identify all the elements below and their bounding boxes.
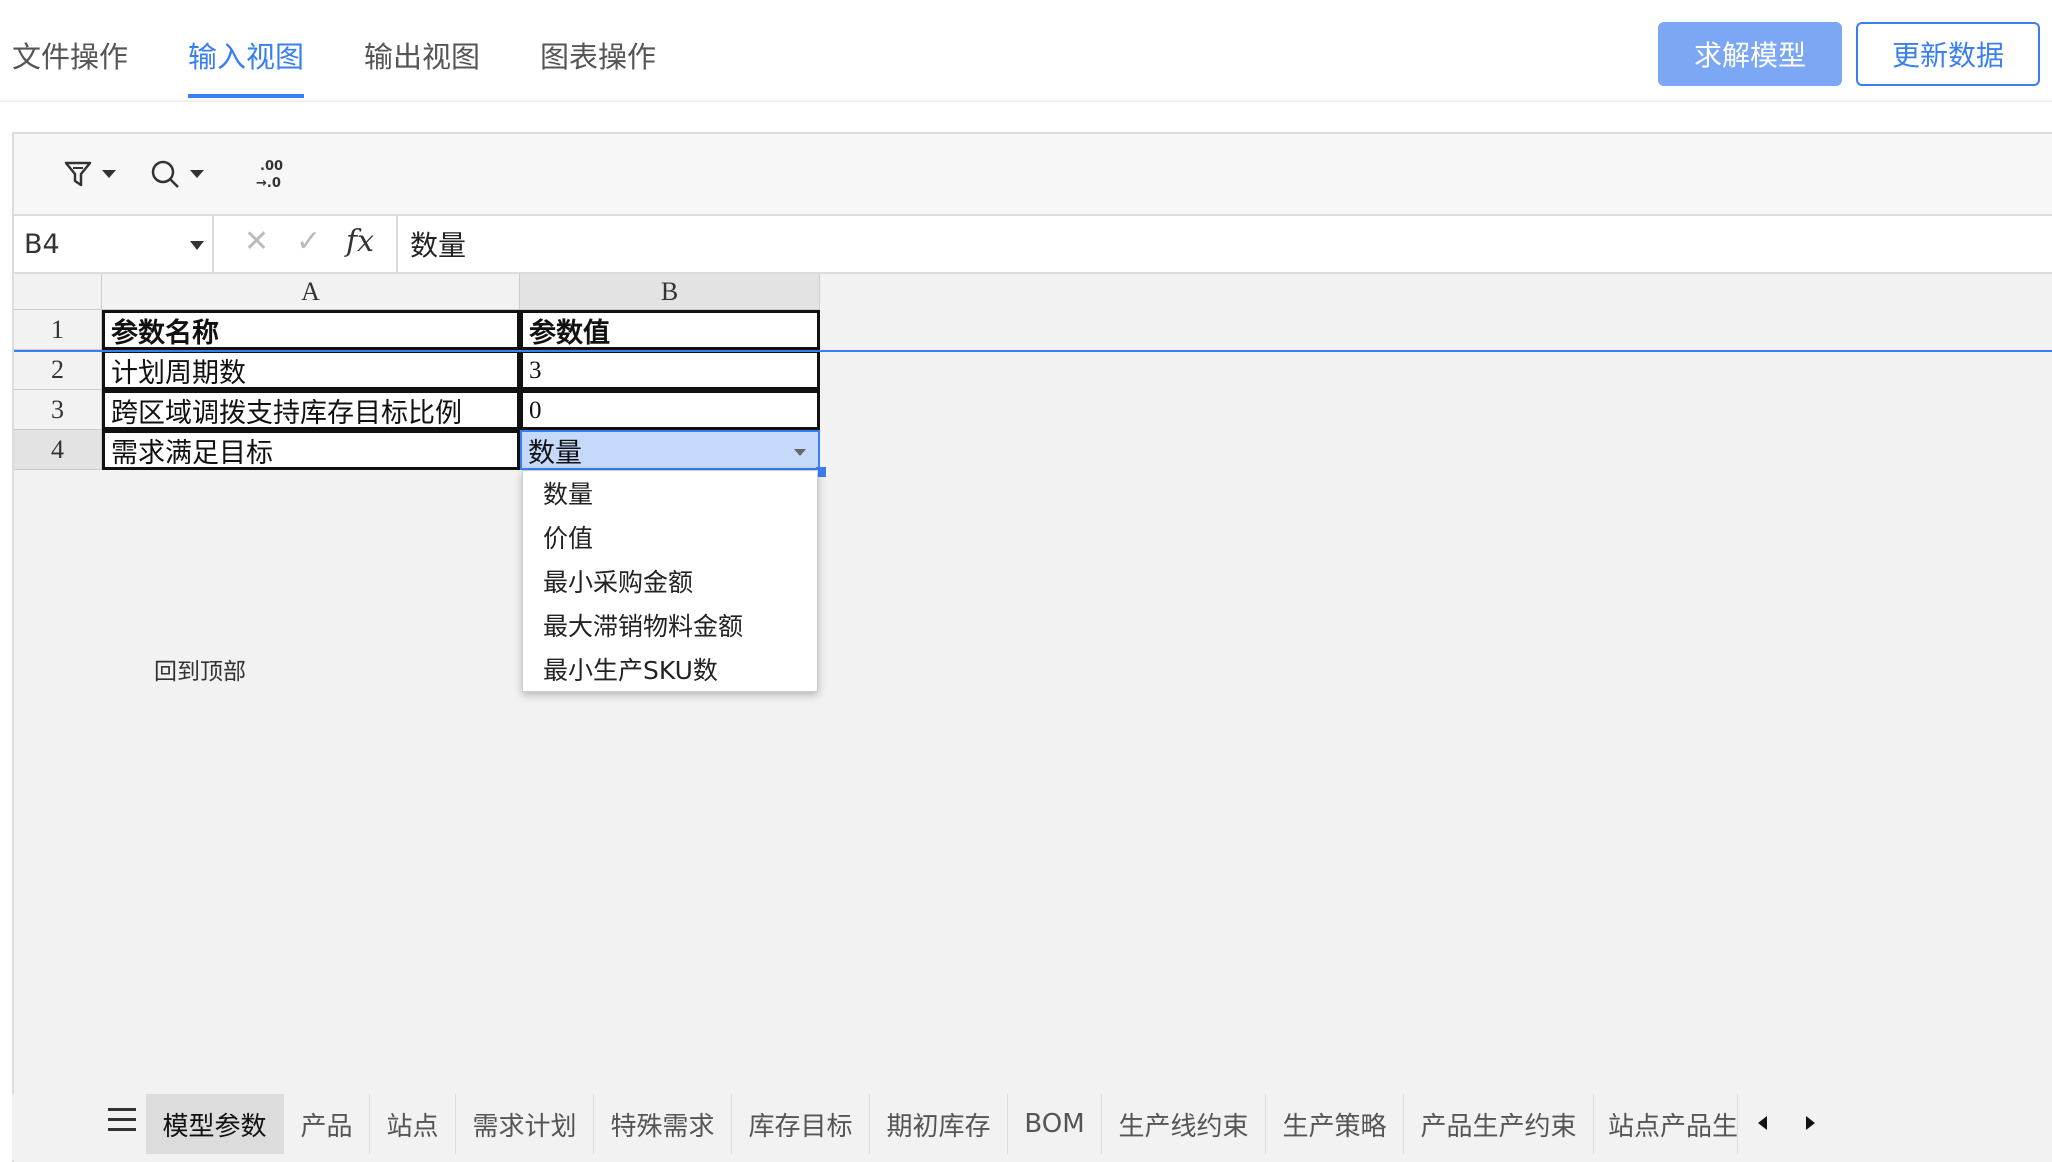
dropdown-option[interactable]: 最大滞销物料金额 — [523, 603, 817, 647]
search-tool[interactable] — [150, 152, 204, 196]
solve-model-button[interactable]: 求解模型 — [1658, 22, 1842, 86]
dropdown-arrow-icon[interactable] — [794, 449, 806, 456]
cell-b1[interactable]: 参数值 — [520, 310, 820, 350]
row-header[interactable]: 4 — [14, 430, 102, 470]
filter-icon — [64, 161, 92, 187]
dropdown-option[interactable]: 价值 — [523, 515, 817, 559]
top-nav: 文件操作 输入视图 输出视图 图表操作 求解模型 更新数据 — [0, 0, 2052, 102]
column-header-a[interactable]: A — [102, 274, 520, 310]
cell-b4-value: 数量 — [528, 437, 582, 469]
dropdown-option[interactable]: 最小生产SKU数 — [523, 647, 817, 691]
sheet-tab[interactable]: 特殊需求 — [594, 1094, 732, 1154]
svg-text:.00: .00 — [260, 159, 283, 174]
function-icon[interactable]: fx — [346, 224, 374, 259]
dropdown-option[interactable]: 最小采购金额 — [523, 559, 817, 603]
formula-actions: ✕ ✓ fx — [226, 216, 398, 272]
next-sheet-icon[interactable] — [1806, 1116, 1815, 1130]
sheet-tab[interactable]: 站点 — [370, 1094, 456, 1154]
column-header-b[interactable]: B — [520, 274, 820, 310]
back-to-top-link[interactable]: 回到顶部 — [154, 652, 246, 686]
sheet-list-menu-icon[interactable] — [108, 1108, 136, 1138]
freeze-line — [14, 350, 2052, 352]
cell-a4[interactable]: 需求满足目标 — [102, 430, 520, 470]
formula-bar: B4 ✕ ✓ fx 数量 — [14, 216, 2052, 274]
sheet-tab[interactable]: 库存目标 — [732, 1094, 870, 1154]
row-header[interactable]: 1 — [14, 310, 102, 350]
confirm-icon[interactable]: ✓ — [296, 224, 321, 259]
sheet-tab[interactable]: 期初库存 — [870, 1094, 1008, 1154]
dropdown-option[interactable]: 数量 — [523, 471, 817, 515]
cancel-icon[interactable]: ✕ — [244, 224, 269, 259]
decrease-decimal-icon: .00 →.0 — [256, 159, 283, 191]
spreadsheet: .00 →.0 B4 ✕ ✓ fx 数量 A B 1 参数名称 参数值 2 计划… — [12, 132, 2052, 1162]
formula-input[interactable]: 数量 — [410, 216, 466, 272]
prev-sheet-icon[interactable] — [1758, 1116, 1767, 1130]
svg-text:→.0: →.0 — [256, 176, 281, 191]
cell-b3[interactable]: 0 — [520, 390, 820, 430]
sheet-tab-bar: 模型参数 产品 站点 需求计划 特殊需求 库存目标 期初库存 BOM 生产线约束… — [0, 1094, 2052, 1160]
cell-b2[interactable]: 3 — [520, 350, 820, 390]
tab-output-view[interactable]: 输出视图 — [364, 34, 480, 98]
sheet-tab[interactable]: 产品生产约束 — [1404, 1094, 1594, 1154]
chevron-down-icon — [102, 170, 116, 178]
chevron-down-icon — [190, 170, 204, 178]
filter-tool[interactable] — [64, 152, 116, 196]
chevron-down-icon — [190, 241, 204, 250]
name-box[interactable]: B4 — [14, 216, 214, 272]
row-header[interactable]: 3 — [14, 390, 102, 430]
cell-reference: B4 — [24, 228, 60, 260]
sheet-tab[interactable]: 需求计划 — [456, 1094, 594, 1154]
sheet-tab[interactable]: 生产策略 — [1266, 1094, 1404, 1154]
cell-a3[interactable]: 跨区域调拨支持库存目标比例 — [102, 390, 520, 430]
sheet-tab[interactable]: 模型参数 — [146, 1094, 284, 1154]
tab-file-ops[interactable]: 文件操作 — [12, 34, 128, 98]
select-all-corner[interactable] — [14, 274, 102, 310]
cell-a1[interactable]: 参数名称 — [102, 310, 520, 350]
cell-dropdown-list: 数量 价值 最小采购金额 最大滞销物料金额 最小生产SKU数 — [522, 470, 818, 692]
update-data-button[interactable]: 更新数据 — [1856, 22, 2040, 86]
sheet-tab[interactable]: 生产线约束 — [1102, 1094, 1266, 1154]
sheet-tab[interactable]: 站点产品生 — [1594, 1094, 1738, 1154]
sheet-tab[interactable]: BOM — [1008, 1094, 1102, 1154]
search-icon — [151, 160, 179, 188]
tab-chart-ops[interactable]: 图表操作 — [540, 34, 656, 98]
decrease-decimal-tool[interactable]: .00 →.0 — [254, 152, 290, 196]
sheet-tab[interactable]: 产品 — [284, 1094, 370, 1154]
tab-input-view[interactable]: 输入视图 — [188, 34, 305, 98]
cell-b4[interactable]: 数量 — [520, 430, 820, 470]
row-header[interactable]: 2 — [14, 350, 102, 390]
cell-a2[interactable]: 计划周期数 — [102, 350, 520, 390]
sheet-toolbar: .00 →.0 — [14, 134, 2052, 216]
